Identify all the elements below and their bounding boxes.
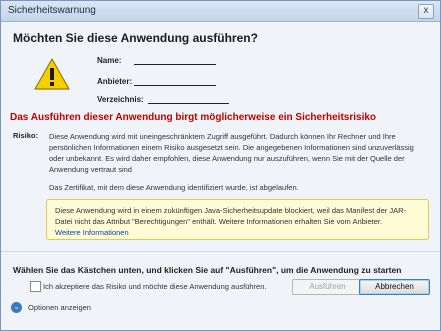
name-label: Name: (97, 56, 122, 65)
window-title: Sicherheitswarnung (8, 5, 96, 16)
close-icon: x (423, 5, 429, 16)
directory-value-line (148, 103, 229, 104)
expand-options-icon[interactable]: ⌄ (11, 302, 22, 313)
divider (1, 251, 440, 252)
publisher-value-line (134, 85, 216, 86)
certificate-message: Das Zertifikat, mit dem diese Anwendung … (49, 183, 299, 192)
footer-instruction: Wählen Sie das Kästchen unten, und klick… (13, 265, 402, 275)
run-button[interactable]: Ausführen (292, 279, 363, 295)
dialog-heading: Möchten Sie diese Anwendung ausführen? (13, 31, 258, 45)
cancel-button[interactable]: Abbrechen (359, 279, 430, 295)
dialog-content: Möchten Sie diese Anwendung ausführen? N… (1, 22, 440, 330)
directory-label: Verzeichnis: (97, 95, 144, 104)
risk-label: Risiko: (13, 131, 39, 140)
risk-title: Das Ausführen dieser Anwendung birgt mög… (10, 112, 377, 123)
security-warning-dialog: Sicherheitswarnung x Möchten Sie diese A… (0, 0, 441, 331)
manifest-notice: Diese Anwendung wird in einem zukünftige… (46, 199, 429, 240)
show-options-link[interactable]: Optionen anzeigen (28, 303, 91, 312)
accept-risk-checkbox[interactable] (30, 281, 41, 292)
close-button[interactable]: x (418, 4, 434, 19)
warning-icon (34, 58, 70, 90)
more-info-link[interactable]: Weitere Informationen (55, 228, 129, 237)
accept-risk-label[interactable]: Ich akzeptiere das Risiko und möchte die… (43, 282, 266, 291)
name-value-line (134, 64, 216, 65)
publisher-label: Anbieter: (97, 77, 133, 86)
notice-text: Diese Anwendung wird in einem zukünftige… (55, 206, 407, 226)
risk-description: Diese Anwendung wird mit uneingeschränkt… (49, 132, 414, 174)
title-bar[interactable]: Sicherheitswarnung x (1, 1, 440, 22)
